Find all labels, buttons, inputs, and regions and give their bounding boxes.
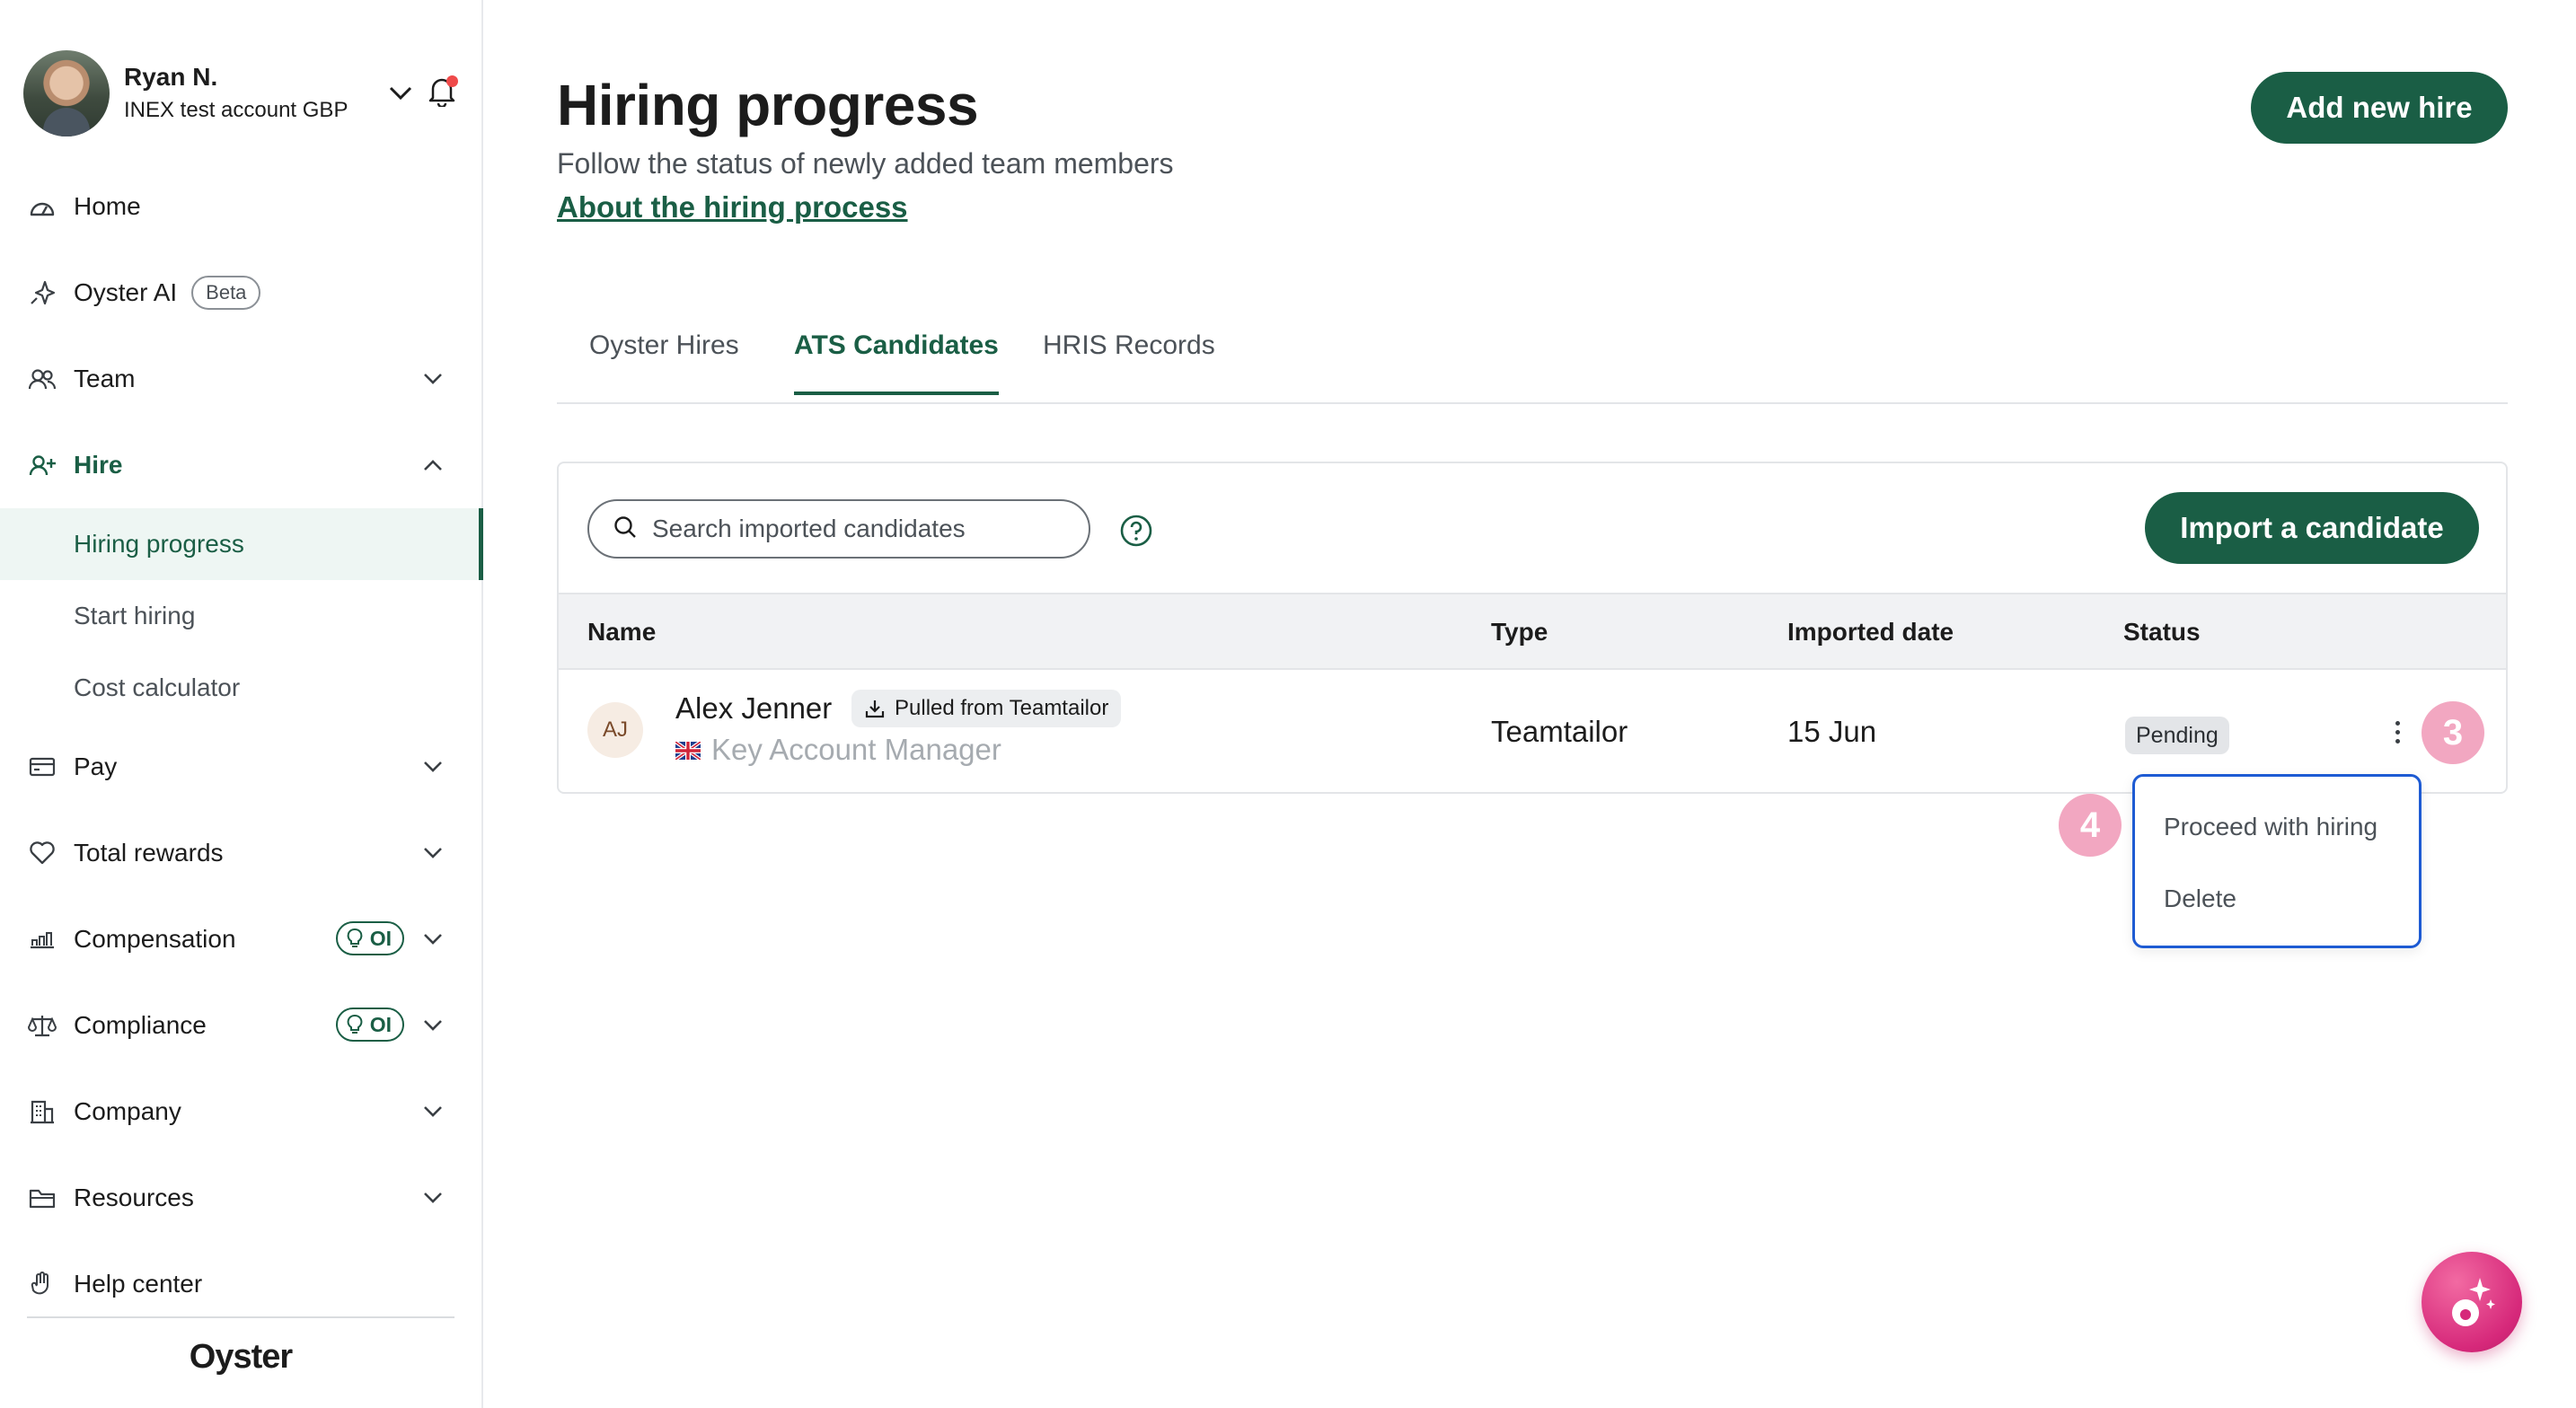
table-header: Name Type Imported date Status: [559, 593, 2506, 670]
candidate-role: Key Account Manager: [711, 733, 1001, 766]
sidebar-item-oyster-ai[interactable]: Oyster AI Beta: [0, 250, 481, 336]
download-icon: [865, 700, 885, 718]
oi-badge: OI: [335, 1008, 404, 1042]
sidebar: Ryan N. INEX test account GBP Home Oyste…: [0, 0, 483, 1408]
chevron-down-icon: [417, 1096, 449, 1128]
notification-bell-icon[interactable]: [422, 72, 462, 111]
source-badge: Pulled from Teamtailor: [851, 690, 1122, 727]
sidebar-subitem-start-hiring[interactable]: Start hiring: [0, 580, 481, 652]
add-new-hire-button[interactable]: Add new hire: [2251, 72, 2508, 144]
sidebar-item-team[interactable]: Team: [0, 336, 481, 422]
sidebar-item-resources[interactable]: Resources: [0, 1155, 481, 1241]
tab-ats-candidates[interactable]: ATS Candidates: [794, 330, 999, 395]
sidebar-item-home[interactable]: Home: [0, 163, 481, 250]
main-content: Hiring progress Follow the status of new…: [557, 0, 2508, 1408]
sidebar-item-total-rewards[interactable]: Total rewards: [0, 810, 481, 896]
hire-icon: [27, 450, 57, 480]
chevron-down-icon: [417, 751, 449, 783]
menu-item-delete[interactable]: Delete: [2164, 884, 2236, 913]
chevron-down-icon[interactable]: [383, 75, 419, 111]
page-subtitle: Follow the status of newly added team me…: [557, 147, 1174, 180]
sidebar-divider: [27, 1316, 454, 1318]
oyster-logo: Oyster: [189, 1338, 293, 1376]
candidate-name[interactable]: Alex Jenner: [675, 691, 832, 726]
sidebar-item-compliance[interactable]: Compliance OI: [0, 982, 481, 1069]
user-profile[interactable]: Ryan N. INEX test account GBP: [23, 48, 460, 138]
sidebar-item-compensation[interactable]: Compensation OI: [0, 896, 481, 982]
ai-assistant-button[interactable]: [2422, 1252, 2522, 1352]
page-title: Hiring progress: [557, 73, 979, 137]
more-options-icon[interactable]: [2384, 711, 2411, 752]
import-candidate-button[interactable]: Import a candidate: [2145, 492, 2479, 564]
chevron-down-icon: [417, 1182, 449, 1214]
column-header-imported-date[interactable]: Imported date: [1787, 618, 1954, 647]
row-actions-menu: Proceed with hiring Delete: [2132, 774, 2422, 948]
sidebar-item-hire[interactable]: Hire: [0, 422, 481, 508]
sidebar-item-company[interactable]: Company: [0, 1069, 481, 1155]
home-icon: [27, 191, 57, 222]
building-icon: [27, 1096, 57, 1127]
candidates-card: Import a candidate Name Type Imported da…: [557, 462, 2508, 794]
column-header-status[interactable]: Status: [2123, 618, 2201, 647]
column-header-name[interactable]: Name: [587, 618, 656, 647]
sidebar-item-pay[interactable]: Pay: [0, 724, 481, 810]
avatar: [23, 50, 110, 136]
chevron-down-icon: [417, 1009, 449, 1042]
tab-bar: Oyster Hires ATS Candidates HRIS Records: [557, 305, 2508, 404]
beta-badge: Beta: [191, 276, 261, 310]
heart-icon: [27, 838, 57, 868]
main-nav: Home Oyster AI Beta Team Hire Hiring pro…: [0, 163, 483, 1327]
sparkle-icon: [27, 277, 57, 308]
candidate-avatar: AJ: [587, 702, 643, 758]
sidebar-subitem-hiring-progress[interactable]: Hiring progress: [0, 508, 483, 580]
scale-icon: [27, 1010, 57, 1041]
folder-icon: [27, 1183, 57, 1213]
tab-oyster-hires[interactable]: Oyster Hires: [589, 330, 739, 392]
oi-badge: OI: [335, 921, 404, 955]
team-icon: [27, 364, 57, 394]
menu-item-proceed-with-hiring[interactable]: Proceed with hiring: [2164, 813, 2378, 841]
chevron-down-icon: [417, 363, 449, 395]
card-icon: [27, 752, 57, 782]
chevron-down-icon: [417, 837, 449, 869]
search-input[interactable]: [652, 515, 1065, 543]
about-hiring-process-link[interactable]: About the hiring process: [557, 190, 908, 224]
search-box[interactable]: [587, 499, 1090, 559]
tab-hris-records[interactable]: HRIS Records: [1043, 330, 1215, 392]
notification-dot: [446, 75, 458, 87]
step-marker-3: 3: [2422, 701, 2484, 764]
sidebar-subitem-cost-calculator[interactable]: Cost calculator: [0, 652, 481, 724]
help-circle-icon[interactable]: [1119, 514, 1153, 548]
uk-flag-icon: [674, 740, 702, 761]
search-icon: [613, 515, 638, 544]
compensation-chart-icon: [27, 924, 57, 955]
chevron-down-icon: [417, 923, 449, 955]
sidebar-item-help-center[interactable]: Help center: [0, 1241, 481, 1327]
hand-icon: [27, 1269, 57, 1299]
step-marker-4: 4: [2059, 794, 2122, 857]
candidate-type: Teamtailor: [1491, 715, 1628, 748]
status-badge: Pending: [2125, 717, 2229, 754]
candidate-imported-date: 15 Jun: [1787, 715, 1877, 748]
ai-sparkle-icon: [2452, 1278, 2495, 1326]
chevron-up-icon: [417, 449, 449, 481]
column-header-type[interactable]: Type: [1491, 618, 1548, 647]
